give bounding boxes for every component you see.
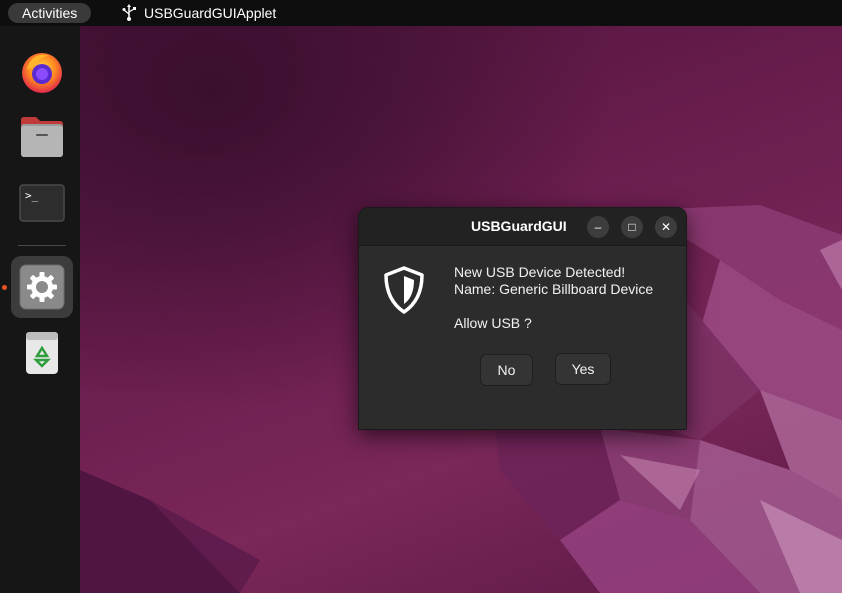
shield-icon [384, 266, 424, 314]
allow-question: Allow USB ? [454, 315, 532, 331]
dialog-message: New USB Device Detected! Name: Generic B… [454, 264, 653, 332]
message-line-2: Name: Generic Billboard Device [454, 281, 654, 297]
dialog-title: USBGuardGUI [471, 218, 567, 234]
no-button[interactable]: No [480, 354, 533, 386]
terminal-icon: >_ [19, 184, 65, 222]
message-line-1: New USB Device Detected! [454, 264, 626, 280]
app-name-label: USBGuardGUIApplet [144, 5, 277, 21]
dialog-titlebar[interactable]: USBGuardGUI – □ ✕ [359, 208, 686, 246]
maximize-icon: □ [628, 220, 636, 234]
gear-icon [19, 264, 65, 310]
dock-item-trash[interactable] [11, 322, 73, 384]
maximize-button[interactable]: □ [621, 216, 643, 238]
activities-button[interactable]: Activities [8, 3, 92, 23]
dock: >_ [0, 26, 80, 593]
svg-text:>_: >_ [25, 189, 39, 202]
dock-item-files[interactable] [11, 106, 73, 168]
close-button[interactable]: ✕ [655, 216, 677, 238]
minimize-icon: – [594, 220, 602, 234]
app-menu[interactable]: USBGuardGUIApplet [120, 0, 276, 26]
firefox-icon [22, 53, 62, 93]
files-icon [21, 117, 63, 157]
minimize-button[interactable]: – [587, 216, 609, 238]
dock-separator [18, 245, 66, 246]
running-indicator [2, 285, 7, 290]
dock-item-firefox[interactable] [11, 40, 73, 102]
usb-guard-dialog: USBGuardGUI – □ ✕ New USB Device Detecte… [358, 207, 687, 430]
trash-icon [26, 332, 58, 374]
dock-item-settings[interactable] [11, 256, 73, 318]
dock-item-terminal[interactable]: >_ [11, 172, 73, 234]
top-bar: Activities USBGuardGUIApplet [0, 0, 842, 26]
usb-icon [120, 4, 138, 22]
close-icon: ✕ [660, 220, 672, 234]
yes-button[interactable]: Yes [555, 353, 611, 385]
